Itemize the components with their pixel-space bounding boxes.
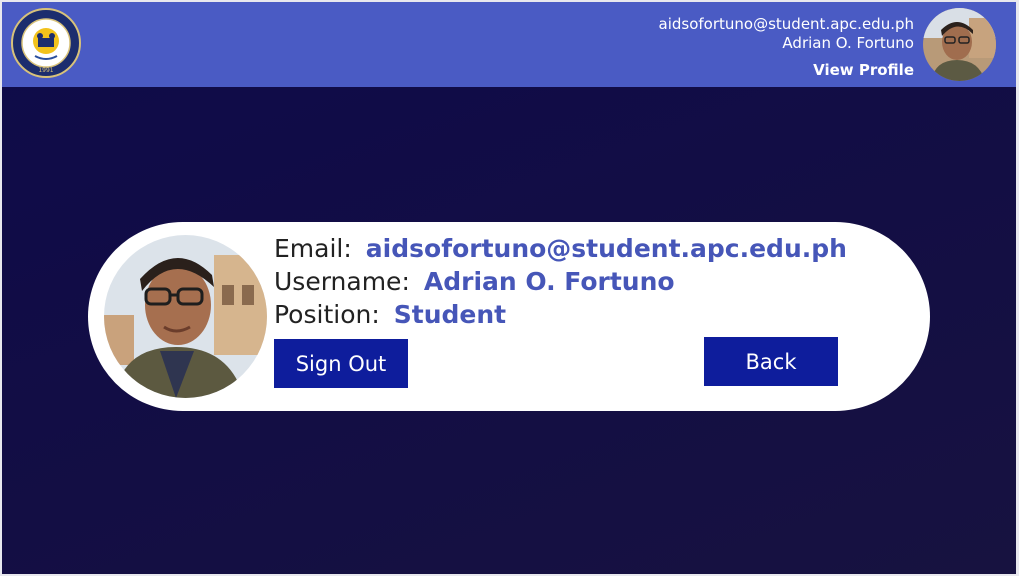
header-user-name: Adrian O. Fortuno <box>782 34 914 52</box>
header-user-info: aidsofortuno@student.apc.edu.ph Adrian O… <box>659 15 914 80</box>
college-logo: 1991 <box>11 8 81 78</box>
sign-out-button[interactable]: Sign Out <box>274 339 408 388</box>
position-row: Position: Student <box>274 299 506 331</box>
email-label: Email: <box>274 234 352 263</box>
top-header: 1991 aidsofortuno@student.apc.edu.ph Adr… <box>2 2 1016 87</box>
username-label: Username: <box>274 267 410 296</box>
profile-avatar <box>104 235 267 398</box>
header-avatar[interactable] <box>923 8 996 81</box>
profile-card: Email: aidsofortuno@student.apc.edu.ph Us… <box>88 222 930 411</box>
position-value: Student <box>393 300 507 329</box>
svg-text:1991: 1991 <box>38 67 53 74</box>
position-label: Position: <box>274 300 380 329</box>
back-button[interactable]: Back <box>704 337 838 386</box>
username-row: Username: Adrian O. Fortuno <box>274 266 675 298</box>
username-value: Adrian O. Fortuno <box>423 267 675 296</box>
app-window: 1991 aidsofortuno@student.apc.edu.ph Adr… <box>2 2 1016 574</box>
view-profile-link[interactable]: View Profile <box>659 61 914 80</box>
email-row: Email: aidsofortuno@student.apc.edu.ph <box>274 233 847 265</box>
header-user-email: aidsofortuno@student.apc.edu.ph <box>658 15 914 33</box>
email-value: aidsofortuno@student.apc.edu.ph <box>365 234 847 263</box>
